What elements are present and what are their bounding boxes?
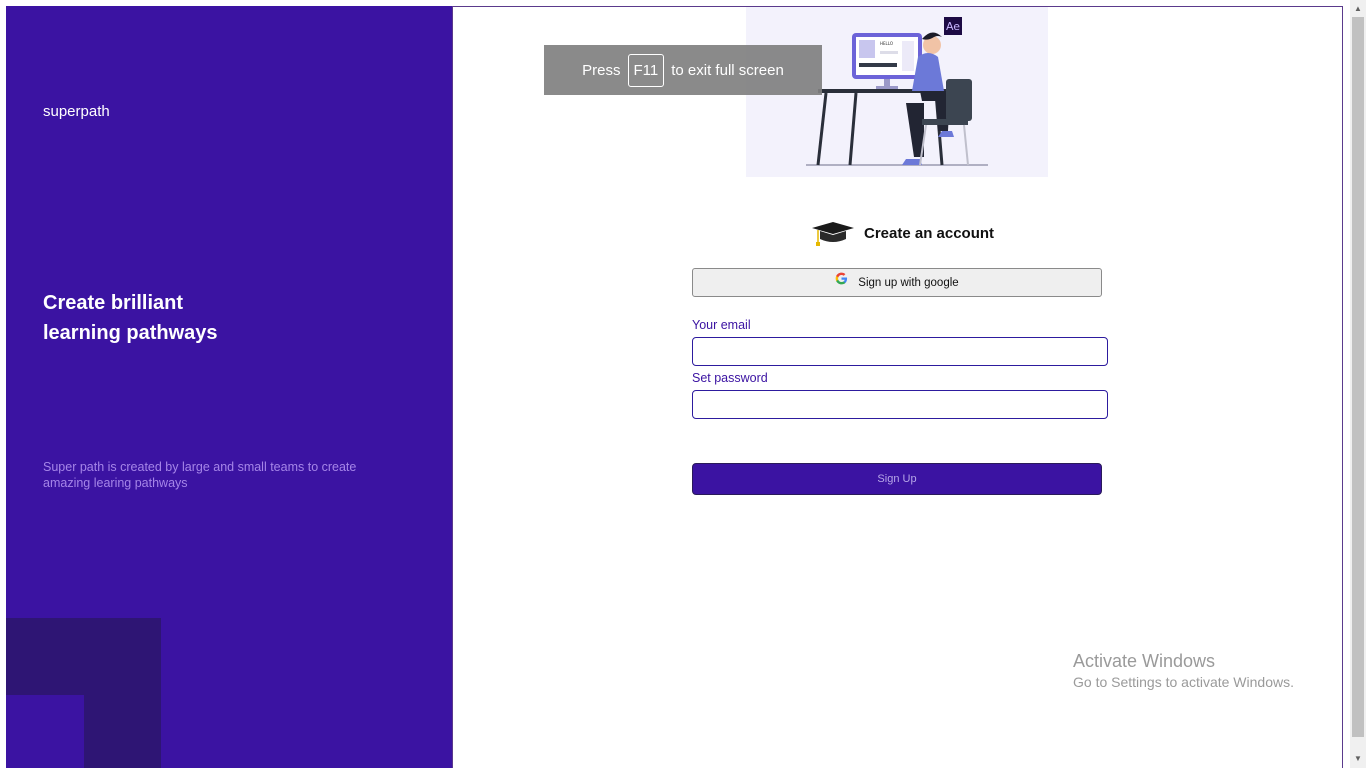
headline-line-1: Create brilliant <box>43 292 184 314</box>
scroll-down-arrow-icon[interactable]: ▼ <box>1354 754 1362 763</box>
scrollbar-thumb[interactable] <box>1352 17 1364 737</box>
password-label: Set password <box>692 371 768 385</box>
watermark-title: Activate Windows <box>1073 651 1216 671</box>
decor-square-light <box>6 695 84 768</box>
vertical-scrollbar[interactable]: ▲ ▼ <box>1350 0 1366 768</box>
scroll-up-arrow-icon[interactable]: ▲ <box>1354 4 1362 13</box>
left-panel: superpath Create brilliant learning path… <box>6 6 452 768</box>
windows-activation-watermark: Activate Windows Go to Settings to activ… <box>1073 651 1294 690</box>
email-field[interactable] <box>692 337 1108 366</box>
google-g-svg <box>835 272 848 284</box>
watermark-subtitle: Go to Settings to activate Windows. <box>1073 674 1294 690</box>
signup-button[interactable]: Sign Up <box>692 463 1102 495</box>
password-field[interactable] <box>692 390 1108 419</box>
form-title-text: Create an account <box>864 224 995 242</box>
email-label: Your email <box>692 318 751 332</box>
tagline: Super path is created by large and small… <box>43 460 357 490</box>
google-icon <box>835 272 848 288</box>
panel-divider <box>452 6 453 768</box>
after-effects-badge: Ae <box>946 20 960 33</box>
notice-exit-text: to exit full screen <box>671 61 784 79</box>
headline: Create brilliant learning pathways <box>43 288 263 348</box>
google-signup-button[interactable]: Sign up with google <box>692 268 1102 297</box>
screen-text: HELLO <box>880 41 893 46</box>
brand-name: superpath <box>43 103 110 120</box>
headline-line-2: learning pathways <box>43 322 218 344</box>
signup-button-label: Sign Up <box>877 473 917 485</box>
form-title: Create an account <box>810 218 994 248</box>
fullscreen-exit-notice: Press F11 to exit full screen <box>544 45 822 95</box>
google-signup-label: Sign up with google <box>858 276 959 289</box>
notice-press-text: Press <box>582 61 621 79</box>
graduation-cap-icon <box>812 222 854 246</box>
f11-key: F11 <box>627 53 665 87</box>
